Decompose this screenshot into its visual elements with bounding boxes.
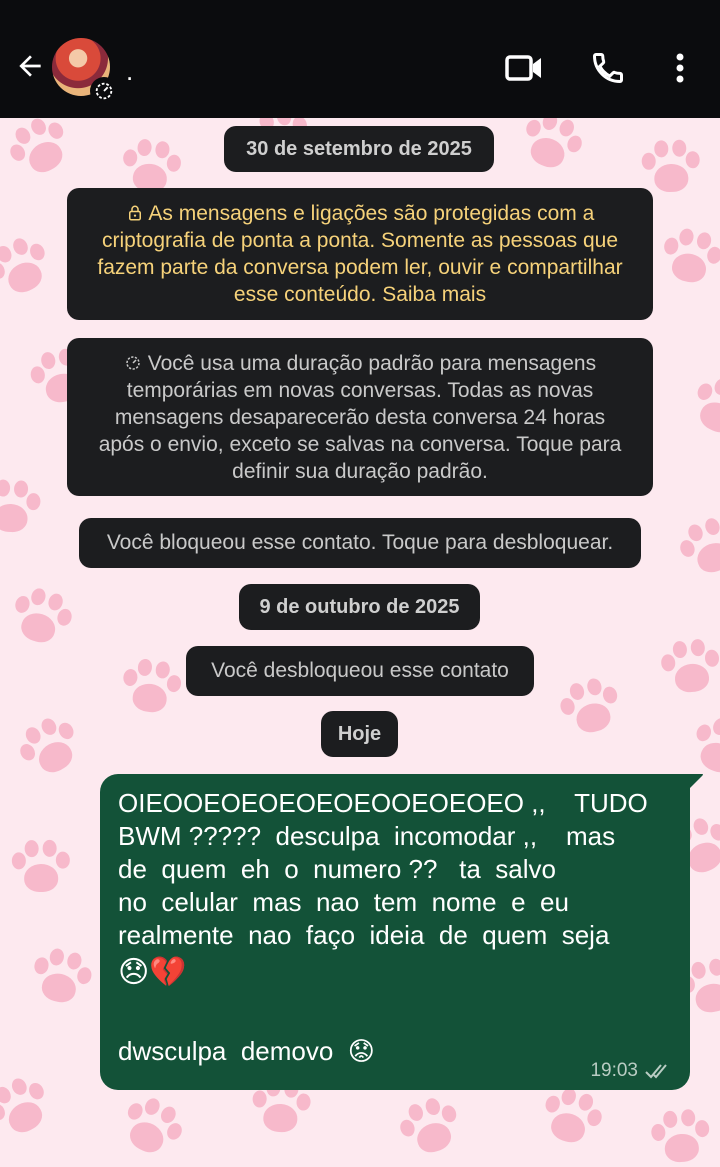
message-line: de quem eh o numero ?? ta salvo xyxy=(118,854,556,884)
voice-call-icon[interactable] xyxy=(588,50,628,86)
paw-print-decoration xyxy=(532,1080,610,1158)
contact-name[interactable]: . xyxy=(126,56,133,87)
paw-print-decoration xyxy=(0,118,83,191)
paw-print-decoration xyxy=(24,942,98,1016)
encryption-line: As mensagens e ligações são protegidas c… xyxy=(148,202,595,225)
paw-print-decoration xyxy=(0,1067,63,1151)
message-meta: 19:03 xyxy=(590,1060,674,1082)
lock-icon xyxy=(128,205,141,221)
paw-print-decoration xyxy=(647,1105,714,1167)
message-line: no celular mas nao tem nome e eu xyxy=(118,887,569,917)
double-check-icon xyxy=(645,1064,667,1079)
paw-print-decoration xyxy=(680,368,720,451)
message-line: realmente nao faço ideia de quem seja xyxy=(118,920,610,950)
temp-line: temporárias em novas conversas. Todas as… xyxy=(126,379,594,402)
date-chip: 30 de setembro de 2025 xyxy=(224,126,494,172)
message-line: dwsculpa demovo 😟 xyxy=(118,1036,375,1066)
disappearing-messages-notice[interactable]: Você usa uma duração padrão para mensage… xyxy=(67,338,653,496)
encryption-line: criptografia de ponta a ponta. Somente a… xyxy=(101,229,619,252)
temp-line: Você usa uma duração padrão para mensage… xyxy=(147,352,597,375)
paw-print-decoration xyxy=(511,118,591,184)
paw-print-decoration xyxy=(109,1087,192,1167)
paw-print-decoration xyxy=(2,580,79,657)
paw-print-decoration xyxy=(657,635,720,703)
bubble-tail xyxy=(688,774,703,790)
back-arrow-icon[interactable] xyxy=(14,50,46,82)
temp-line: após o envio, exceto se salvas na conver… xyxy=(98,433,622,456)
temp-line: mensagens desaparecerão desta conversa 2… xyxy=(114,406,606,429)
paw-print-decoration xyxy=(9,837,72,900)
date-chip: 9 de outubro de 2025 xyxy=(239,584,480,630)
paw-print-decoration xyxy=(0,476,44,541)
message-time: 19:03 xyxy=(590,1060,638,1081)
unblocked-notice: Você desbloqueou esse contato xyxy=(186,646,534,696)
message-line: OIEOOEOEOEOEOEOOEOEOEO ,, TUDO xyxy=(118,788,648,818)
video-call-icon[interactable] xyxy=(504,50,544,86)
blocked-notice[interactable]: Você bloqueou esse contato. Toque para d… xyxy=(79,518,641,568)
paw-print-decoration xyxy=(392,1090,471,1167)
timer-icon xyxy=(90,77,118,105)
paw-print-decoration xyxy=(553,671,629,747)
temp-line: definir sua duração padrão. xyxy=(232,460,488,483)
outgoing-message[interactable]: OIEOOEOEOEOEOEOOEOEOEO ,, TUDO BWM ?????… xyxy=(100,774,690,1090)
encryption-line: fazem parte da conversa podem ler, ouvir… xyxy=(97,256,623,279)
timer-icon xyxy=(126,356,140,370)
paw-print-decoration xyxy=(671,509,720,588)
paw-print-decoration xyxy=(654,222,720,296)
paw-print-decoration xyxy=(116,654,186,724)
chat-header: . xyxy=(0,0,720,118)
date-chip: Hoje xyxy=(321,711,398,757)
encryption-notice[interactable]: As mensagens e ligações são protegidas c… xyxy=(67,188,653,320)
message-emoji-line: 😞💔 xyxy=(118,955,187,990)
message-line: BWM ????? desculpa incomodar ,, mas xyxy=(118,821,616,851)
more-options-icon[interactable] xyxy=(662,50,698,86)
paw-print-decoration xyxy=(9,707,93,791)
paw-print-decoration xyxy=(0,228,62,310)
encryption-line: esse conteúdo. Saiba mais xyxy=(233,283,487,306)
